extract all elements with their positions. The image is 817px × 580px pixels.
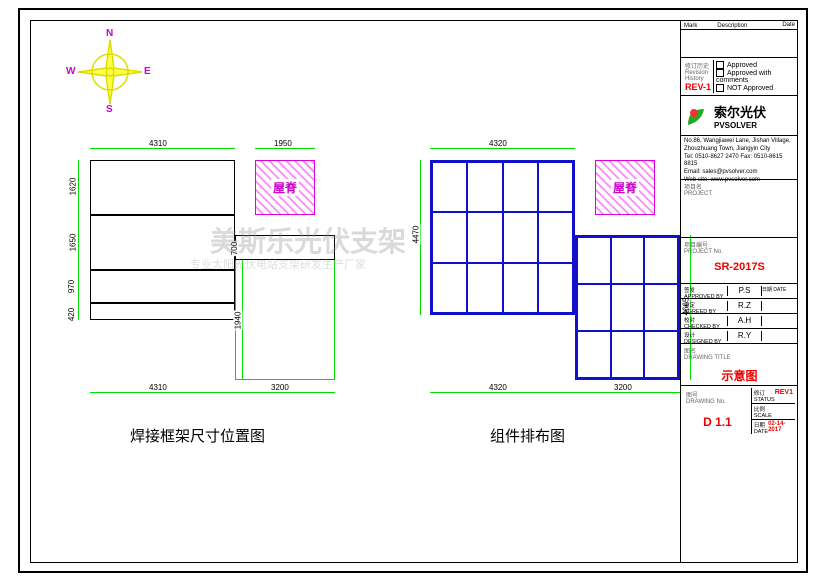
date-col-label: 日期 DATE xyxy=(762,286,795,296)
drawing-title-row: 图名 DRAWING TITLE 示意图 xyxy=(681,344,798,386)
dim-line xyxy=(235,392,335,393)
status-value: REV1 xyxy=(775,389,793,402)
frame-row xyxy=(90,270,235,303)
dim-value: 3200 xyxy=(270,383,290,392)
rev-rows xyxy=(681,30,798,58)
dim-value: 4310 xyxy=(148,139,168,148)
checked-by-row: 校对 CHECKED BY A.H xyxy=(681,314,798,329)
ridge-label: 屋脊 xyxy=(271,179,299,196)
agreed-by-value: R.Z xyxy=(728,301,762,311)
project-no: SR-2017S xyxy=(684,261,795,273)
approved-by-row: 签发 APPROVED BY P.S 日期 DATE xyxy=(681,284,798,299)
project-label: 项目名 PROJECT xyxy=(684,182,795,197)
dim-line xyxy=(90,148,235,149)
scale-label: 比例 SCALE xyxy=(752,404,795,420)
dim-line xyxy=(255,148,315,149)
pv-array-lower xyxy=(575,235,680,380)
dim-line xyxy=(430,392,575,393)
date-label: 日期 DATE xyxy=(754,421,768,435)
agreed-by-row: 审定 AGREED BY R.Z xyxy=(681,299,798,314)
drawing-title-label: 图名 DRAWING TITLE xyxy=(684,346,795,361)
rev-desc-label: Description xyxy=(717,23,747,29)
company-name-cn: 索尔光伏 xyxy=(714,102,766,121)
company-address: No.86, Wangjiawei Lane, Jishan Village, … xyxy=(681,136,798,180)
frame-row xyxy=(90,215,235,270)
compass-w: W xyxy=(66,66,75,77)
dim-value: 4470 xyxy=(411,225,420,245)
dim-line xyxy=(90,392,235,393)
dim-line xyxy=(575,392,680,393)
drawing-no: D 1.1 xyxy=(686,415,749,429)
drawing-no-row: 图号 DRAWING No. D 1.1 修订 STATUS REV1 比例 S… xyxy=(681,386,798,436)
dim-value: 4320 xyxy=(488,139,508,148)
approved-checkbox[interactable] xyxy=(716,61,724,69)
ridge-hatch: 屋脊 xyxy=(595,160,655,215)
dim-value: 1940 xyxy=(233,311,242,331)
rev-number: REV-1 xyxy=(685,82,711,92)
agreed-by-label: 审定 AGREED BY xyxy=(684,301,728,311)
dim-value: 970 xyxy=(67,279,76,294)
designed-by-label: 设计 DESIGNED BY xyxy=(684,331,728,341)
pvsolver-logo-icon xyxy=(684,103,710,129)
date-value: 02-14-2017 xyxy=(768,421,793,435)
project-no-label: 项目编号 PROJECT No. xyxy=(684,240,795,255)
dim-value: 4310 xyxy=(148,383,168,392)
rev-history-label: 修订历史 Revision History xyxy=(685,61,712,82)
dim-line xyxy=(78,160,79,320)
compass-e: E xyxy=(144,66,151,77)
frame-row xyxy=(90,160,235,215)
dim-value: 4320 xyxy=(488,383,508,392)
ridge-hatch: 屋脊 xyxy=(255,160,315,215)
status-label: 修订 STATUS xyxy=(754,389,775,402)
approved-by-label: 签发 APPROVED BY xyxy=(684,286,728,296)
drawing-no-label: 图号 DRAWING No. xyxy=(686,390,749,405)
designed-by-value: R.Y xyxy=(728,331,762,341)
rev-date-label: Date xyxy=(782,22,795,28)
compass-icon xyxy=(70,32,150,112)
rev-header-row: Mark Description Date xyxy=(681,20,798,30)
left-drawing-caption: 焊接框架尺寸位置图 xyxy=(130,425,265,446)
frame-row xyxy=(90,303,235,320)
dim-value: 1650 xyxy=(68,233,77,253)
project-row: 项目名 PROJECT xyxy=(681,180,798,238)
dim-value: 1620 xyxy=(68,177,77,197)
compass-n: N xyxy=(106,28,113,39)
pv-array-upper xyxy=(430,160,575,315)
project-no-row: 项目编号 PROJECT No. SR-2017S xyxy=(681,238,798,284)
frame-row xyxy=(235,235,335,260)
designed-by-row: 设计 DESIGNED BY R.Y xyxy=(681,329,798,344)
checked-by-value: A.H xyxy=(728,316,762,326)
not-approved-checkbox[interactable] xyxy=(716,84,724,92)
drawing-area: N S E W 4310 1950 1620 1650 970 420 屋脊 7… xyxy=(30,20,680,563)
compass-s: S xyxy=(106,104,113,115)
right-drawing-caption: 组件排布图 xyxy=(490,425,565,446)
drawing-title: 示意图 xyxy=(684,367,795,384)
approved-comments-checkbox[interactable] xyxy=(716,69,724,77)
company-name-en: PVSOLVER xyxy=(714,121,766,130)
dim-line xyxy=(430,148,575,149)
compass-rose: N S E W xyxy=(70,32,150,112)
approved-label: Approved xyxy=(727,62,757,69)
checked-by-label: 校对 CHECKED BY xyxy=(684,316,728,326)
title-block: Mark Description Date 修订历史 Revision Hist… xyxy=(680,20,798,563)
company-logo-row: 索尔光伏 PVSOLVER xyxy=(681,96,798,136)
revision-approval-row: 修订历史 Revision History REV-1 Approved App… xyxy=(681,58,798,96)
not-approved-label: NOT Approved xyxy=(727,85,773,92)
dim-value: 1950 xyxy=(273,139,293,148)
approved-comments-label: Approved with comments xyxy=(716,70,771,84)
rev-mark-label: Mark xyxy=(684,23,697,29)
approved-by-value: P.S xyxy=(728,286,762,296)
dim-value: 700 xyxy=(230,241,239,256)
dim-value: 3200 xyxy=(613,383,633,392)
ridge-label: 屋脊 xyxy=(611,179,639,196)
dim-value: 420 xyxy=(67,307,76,322)
